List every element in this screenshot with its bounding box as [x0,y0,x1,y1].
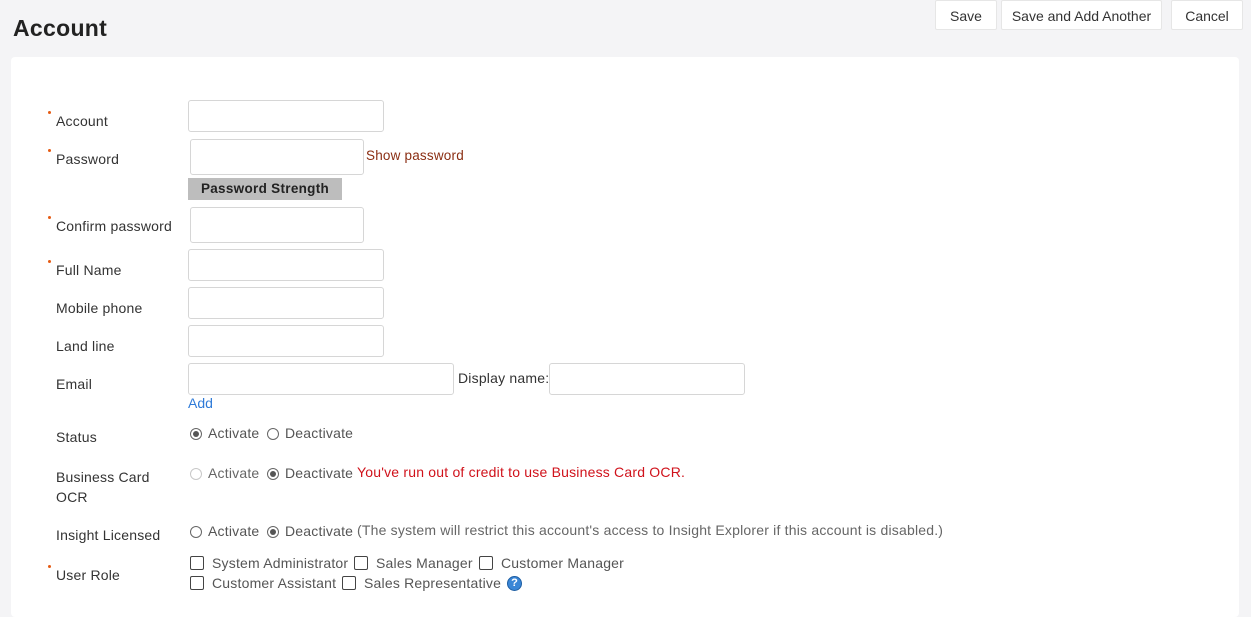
status-deactivate-radio[interactable] [267,428,279,440]
role-sales-representative-label: Sales Representative [364,575,502,591]
password-strength-bar: Password Strength [188,178,342,200]
mobile-phone-label: Mobile phone [56,300,143,316]
ocr-activate-radio[interactable] [190,468,202,480]
status-activate-label: Activate [208,425,260,441]
business-card-ocr-label: Business Card [56,469,150,485]
page-title: Account [13,15,108,41]
insight-activate-label: Activate [208,523,260,539]
required-marker [48,260,51,263]
land-line-label: Land line [56,338,115,354]
ocr-activate-label: Activate [208,465,260,481]
cancel-button[interactable]: Cancel [1171,0,1243,30]
insight-licensed-label: Insight Licensed [56,527,161,543]
role-sales-manager-label: Sales Manager [376,555,473,571]
add-email-link[interactable]: Add [188,395,213,411]
business-card-ocr-label-line2: OCR [56,489,88,505]
save-and-add-another-button[interactable]: Save and Add Another [1001,0,1162,30]
ocr-deactivate-radio[interactable] [267,468,279,480]
role-customer-manager-checkbox[interactable] [479,556,493,570]
role-sales-manager-checkbox[interactable] [354,556,368,570]
email-label: Email [56,376,93,392]
required-marker [48,111,51,114]
full-name-input[interactable] [188,249,384,281]
required-marker [48,565,51,568]
status-label: Status [56,429,97,445]
password-input[interactable] [190,139,364,175]
display-name-label: Display name: [458,370,550,386]
form-panel: Account Password Show password Password … [11,57,1239,617]
ocr-deactivate-label: Deactivate [285,465,354,481]
insight-deactivate-label: Deactivate [285,523,354,539]
password-label: Password [56,151,120,167]
mobile-phone-input[interactable] [188,287,384,319]
insight-deactivate-radio[interactable] [267,526,279,538]
save-button[interactable]: Save [935,0,997,30]
role-customer-assistant-checkbox[interactable] [190,576,204,590]
confirm-password-label: Confirm password [56,218,173,234]
role-system-administrator-checkbox[interactable] [190,556,204,570]
land-line-input[interactable] [188,325,384,357]
role-system-administrator-label: System Administrator [212,555,349,571]
confirm-password-input[interactable] [190,207,364,243]
account-label: Account [56,113,108,129]
email-input[interactable] [188,363,454,395]
ocr-credit-warning: You've run out of credit to use Business… [357,464,686,480]
user-role-label: User Role [56,567,121,583]
show-password-link[interactable]: Show password [366,148,464,163]
account-input[interactable] [188,100,384,132]
required-marker [48,149,51,152]
role-sales-representative-checkbox[interactable] [342,576,356,590]
insight-activate-radio[interactable] [190,526,202,538]
display-name-input[interactable] [549,363,745,395]
status-activate-radio[interactable] [190,428,202,440]
role-customer-assistant-label: Customer Assistant [212,575,337,591]
insight-explorer-note: (The system will restrict this account's… [357,522,944,538]
status-deactivate-label: Deactivate [285,425,354,441]
role-customer-manager-label: Customer Manager [501,555,625,571]
required-marker [48,216,51,219]
full-name-label: Full Name [56,262,122,278]
question-icon[interactable]: ? [507,576,522,591]
